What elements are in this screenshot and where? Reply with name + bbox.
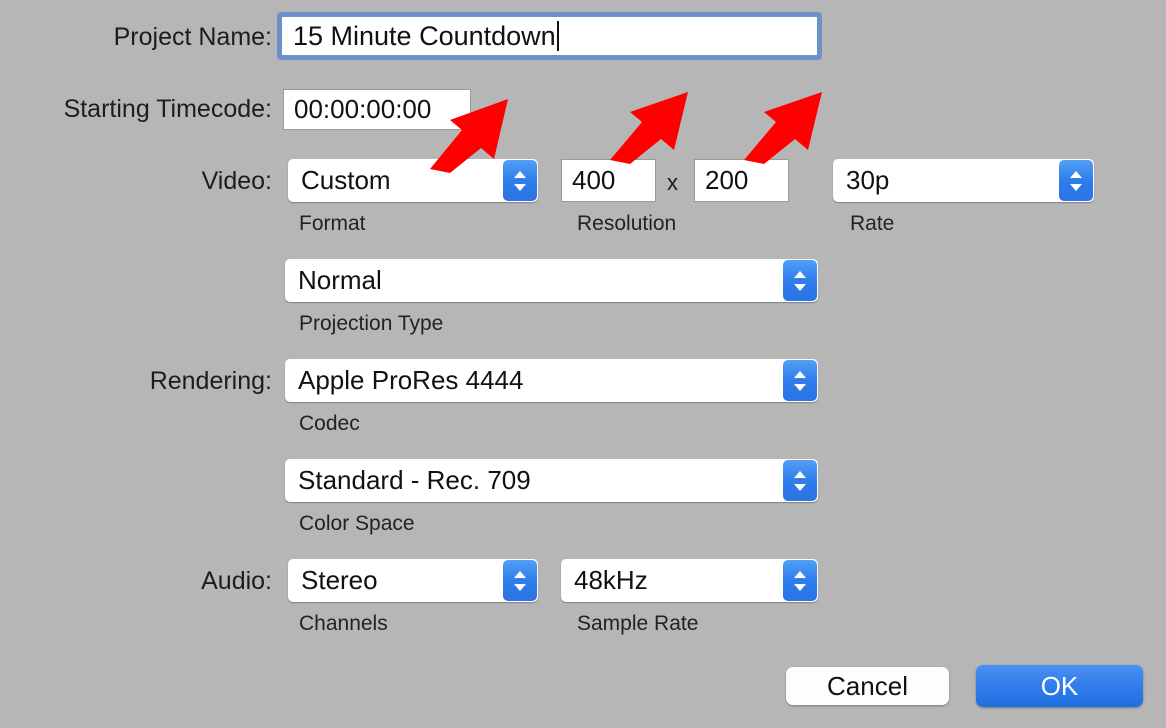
video-format-value: Custom bbox=[301, 165, 391, 195]
chevron-up-down-icon[interactable] bbox=[783, 560, 817, 601]
text-caret bbox=[556, 21, 559, 51]
project-name-label: Project Name: bbox=[113, 23, 272, 51]
resolution-height-input[interactable]: 200 bbox=[694, 159, 789, 202]
color-space-select[interactable]: Standard - Rec. 709 bbox=[285, 459, 818, 502]
starting-timecode-input[interactable]: 00:00:00:00 bbox=[283, 89, 471, 130]
rendering-codec-select[interactable]: Apple ProRes 4444 bbox=[285, 359, 818, 402]
rendering-codec-value: Apple ProRes 4444 bbox=[298, 365, 524, 395]
chevron-up-down-icon[interactable] bbox=[1059, 160, 1093, 201]
audio-channels-value: Stereo bbox=[301, 565, 378, 595]
resolution-separator: x bbox=[667, 170, 678, 195]
video-rate-select[interactable]: 30p bbox=[833, 159, 1094, 202]
chevron-up-down-icon[interactable] bbox=[783, 260, 817, 301]
ok-button[interactable]: OK bbox=[976, 665, 1143, 707]
chevron-up-down-icon[interactable] bbox=[503, 160, 537, 201]
audio-sample-rate-select[interactable]: 48kHz bbox=[561, 559, 818, 602]
starting-timecode-label: Starting Timecode: bbox=[63, 95, 272, 123]
audio-label: Audio: bbox=[201, 567, 272, 595]
chevron-up-down-icon[interactable] bbox=[503, 560, 537, 601]
cancel-button[interactable]: Cancel bbox=[786, 667, 949, 705]
audio-channels-select[interactable]: Stereo bbox=[288, 559, 538, 602]
project-settings-dialog: Project Name: 15 Minute Countdown Starti… bbox=[0, 0, 1166, 728]
audio-sample-rate-sublabel: Sample Rate bbox=[577, 612, 699, 635]
video-format-select[interactable]: Custom bbox=[288, 159, 538, 202]
rendering-label: Rendering: bbox=[149, 367, 272, 395]
red-arrow-icon-resolution-height bbox=[740, 88, 828, 164]
video-rate-sublabel: Rate bbox=[850, 212, 895, 235]
chevron-up-down-icon[interactable] bbox=[783, 460, 817, 501]
video-format-sublabel: Format bbox=[299, 212, 366, 235]
chevron-up-down-icon[interactable] bbox=[783, 360, 817, 401]
resolution-width-input[interactable]: 400 bbox=[561, 159, 656, 202]
projection-type-select[interactable]: Normal bbox=[285, 259, 818, 302]
color-space-value: Standard - Rec. 709 bbox=[298, 465, 531, 495]
audio-channels-sublabel: Channels bbox=[299, 612, 388, 635]
project-name-value: 15 Minute Countdown bbox=[293, 20, 556, 51]
video-label: Video: bbox=[201, 167, 272, 195]
resolution-sublabel: Resolution bbox=[577, 212, 677, 235]
rendering-codec-sublabel: Codec bbox=[299, 412, 360, 435]
projection-type-value: Normal bbox=[298, 265, 382, 295]
video-rate-value: 30p bbox=[846, 165, 890, 195]
projection-type-sublabel: Projection Type bbox=[299, 312, 444, 335]
project-name-input[interactable]: 15 Minute Countdown bbox=[277, 12, 822, 60]
audio-sample-rate-value: 48kHz bbox=[574, 565, 648, 595]
red-arrow-icon-resolution-width bbox=[606, 88, 694, 164]
color-space-sublabel: Color Space bbox=[299, 512, 415, 535]
